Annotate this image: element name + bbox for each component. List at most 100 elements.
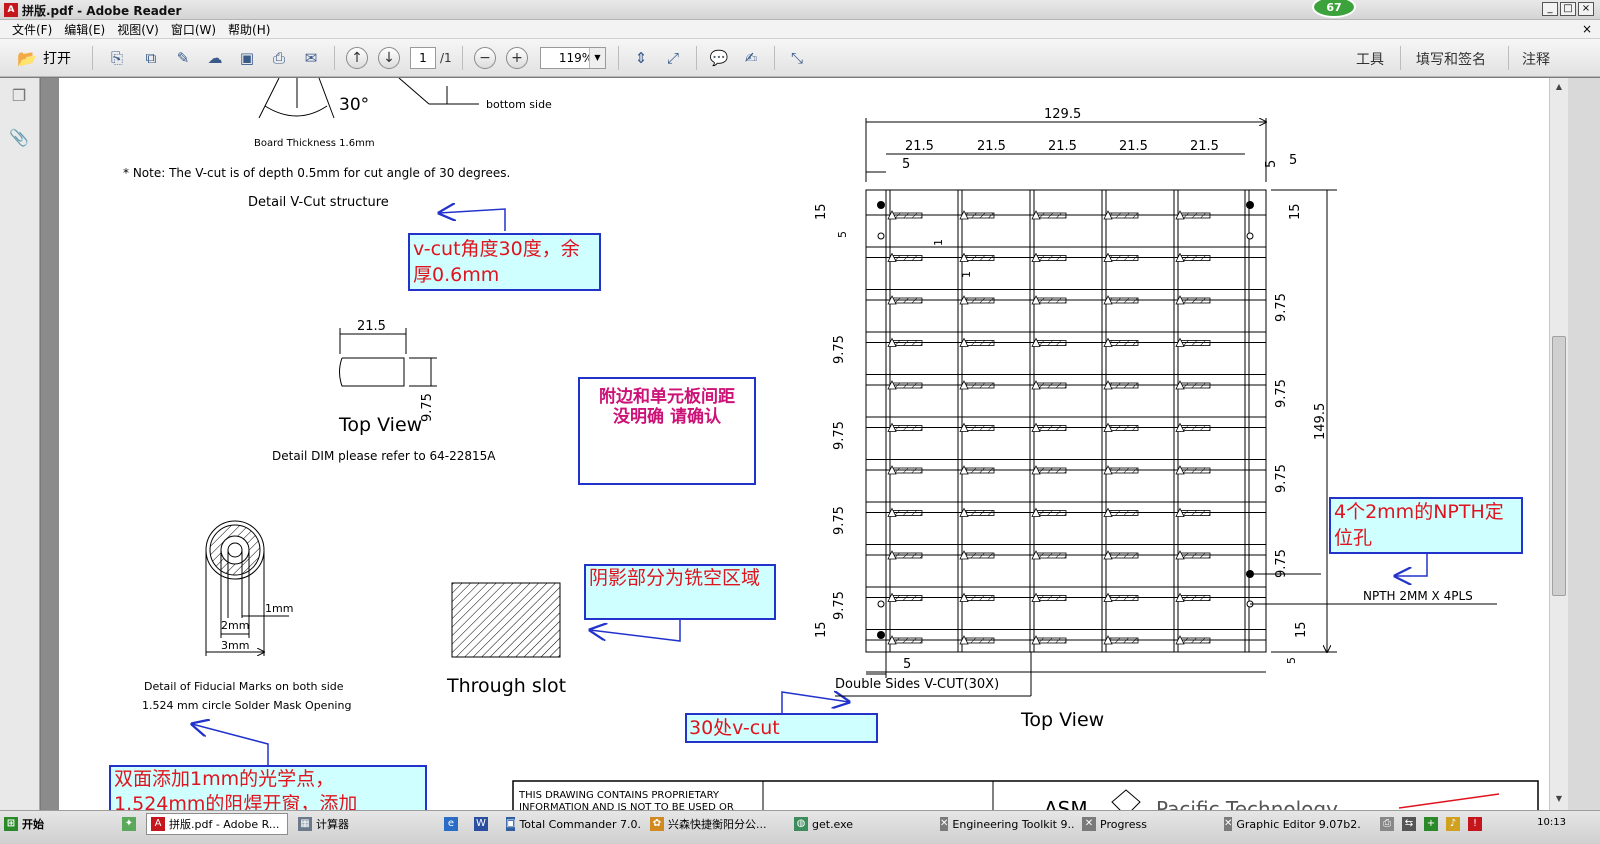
vcut-horizontal-lines [866, 214, 1266, 673]
document-close-button[interactable]: × [1582, 22, 1592, 36]
page-number-input[interactable]: 1 [410, 47, 436, 69]
unit-board-slot [1179, 467, 1211, 474]
company-name-2: Pacific Technology [1156, 797, 1338, 810]
tray-icon[interactable]: ⇆ [1398, 813, 1420, 835]
vcut-detail-title: Detail V-Cut structure [248, 195, 389, 210]
double-sides-label: Double Sides V-CUT(30X) [835, 677, 999, 692]
zoom-select[interactable]: 119% ▼ [540, 47, 606, 69]
edge-top-15-label-right: 15 [1288, 203, 1303, 220]
tools-pane-button[interactable]: 工具 [1356, 49, 1384, 69]
toolbar-divider [334, 46, 335, 70]
menu-edit[interactable]: 编辑(E) [58, 21, 111, 38]
volume-tray-icon: ♪ [1446, 817, 1460, 831]
menu-bar: 文件(F) 编辑(E) 视图(V) 窗口(W) 帮助(H) × [0, 20, 1600, 39]
menu-view[interactable]: 视图(V) [111, 21, 165, 38]
toolkit-icon: ✕ [940, 817, 949, 831]
start-button[interactable]: ⊞ 开始 [0, 813, 48, 835]
full-screen-icon[interactable]: ⤡ [784, 45, 810, 71]
tray-icon[interactable]: ! [1464, 813, 1486, 835]
fill-sign-pane-button[interactable]: 填写和签名 [1416, 49, 1486, 69]
create-pdf-icon[interactable]: ⎘ [104, 45, 130, 71]
menu-window[interactable]: 窗口(W) [165, 21, 222, 38]
fiducial-mark [877, 232, 885, 240]
comment-pane-button[interactable]: 注释 [1522, 49, 1550, 69]
task-total-commander[interactable]: ▣ Total Commander 7.0... [502, 813, 640, 835]
comment-icon[interactable]: 💬 [706, 45, 732, 71]
email-icon[interactable]: ✉ [298, 45, 324, 71]
task-progress[interactable]: ✕ Progress [1078, 813, 1216, 835]
scroll-down-icon[interactable]: ▼ [1552, 792, 1566, 806]
scrollbar-thumb[interactable] [1552, 336, 1566, 596]
fit-width-icon[interactable]: ⤢ [660, 45, 686, 71]
toolbar-divider [774, 46, 775, 70]
task-get-exe[interactable]: ◍ get.exe [790, 813, 930, 835]
cell-width-label-3: 21.5 [1048, 139, 1077, 154]
task-graphic-editor[interactable]: ✕ Graphic Editor 9.07b2... [1220, 813, 1360, 835]
unit-board-slot [891, 552, 923, 559]
combine-files-icon[interactable]: ⧉ [138, 45, 164, 71]
previous-page-icon[interactable]: ↑ [346, 47, 368, 69]
unit-board-slot [963, 255, 995, 261]
task-label: Total Commander 7.0... [519, 817, 640, 831]
menu-file[interactable]: 文件(F) [6, 21, 58, 38]
task-chat[interactable]: ✿ 兴森快捷衡阳分公... [646, 813, 786, 835]
maximize-button[interactable]: □ [1560, 2, 1576, 16]
next-page-icon[interactable]: ↓ [378, 47, 400, 69]
edit-pdf-icon[interactable]: ✎ [170, 45, 196, 71]
unit-board-slot [963, 212, 995, 219]
minimize-button[interactable]: _ [1542, 2, 1558, 16]
edge-bottom-5-label-right: 5 [1285, 657, 1298, 664]
window-controls: _ □ × [1542, 2, 1594, 16]
word-icon: W [474, 817, 488, 831]
scroll-up-icon[interactable]: ▲ [1552, 80, 1566, 94]
menu-help[interactable]: 帮助(H) [222, 21, 276, 38]
pdf-page: 30° bottom side Board Thickness 1.6mm * … [59, 78, 1549, 810]
zoom-out-icon[interactable]: − [474, 47, 496, 69]
zoom-in-icon[interactable]: + [506, 47, 528, 69]
tray-icon[interactable]: ♪ [1442, 813, 1464, 835]
toolbar-divider [696, 46, 697, 70]
chevron-down-icon[interactable]: ▼ [589, 48, 605, 68]
tray-icon[interactable]: ⎙ [1376, 813, 1398, 835]
adobe-reader-icon: A [4, 3, 18, 17]
save-icon[interactable]: ▣ [234, 45, 260, 71]
fiducial-3mm-label: 3mm [221, 639, 249, 652]
unit-board-slot [1107, 382, 1139, 389]
fiducial-note-line2: 1.524 mm circle Solder Mask Opening [142, 699, 351, 712]
npth-hole [877, 201, 885, 209]
fit-page-icon[interactable]: ⇕ [628, 45, 654, 71]
tray-icon[interactable]: + [1420, 813, 1442, 835]
cell-width-label-1: 21.5 [905, 139, 934, 154]
panel-top-view: Top View [1020, 709, 1104, 731]
vertical-scrollbar[interactable]: ▲ ▼ [1549, 78, 1568, 810]
task-calculator[interactable]: ▦ 计算器 [294, 813, 440, 835]
adobe-reader-icon: A [151, 817, 165, 831]
title-block-text-2: INFORMATION AND IS NOT TO BE USED OR [519, 802, 734, 810]
unit-board-slot [1107, 552, 1139, 559]
task-adobe-reader[interactable]: A 拼版.pdf - Adobe R... [146, 813, 288, 835]
quick-launch-word[interactable]: W [470, 813, 492, 835]
unit-board-slot [963, 637, 995, 644]
task-engineering-toolkit[interactable]: ✕ Engineering Toolkit 9.... [936, 813, 1074, 835]
page-thumbnails-icon[interactable]: ❐ [8, 86, 30, 108]
vcut-detail: 30° bottom side Board Thickness 1.6mm * … [123, 78, 552, 210]
highlight-icon[interactable]: ✍ [738, 45, 764, 71]
task-label: get.exe [812, 817, 854, 831]
quick-launch-ie[interactable]: e [440, 813, 462, 835]
unit-board-slot [1179, 212, 1211, 219]
unit-board-slot [891, 595, 923, 601]
fiducial-2mm-label: 2mm [221, 619, 249, 632]
upload-cloud-icon[interactable]: ☁ [202, 45, 228, 71]
close-button[interactable]: × [1578, 2, 1594, 16]
task-label: 拼版.pdf - Adobe R... [169, 818, 280, 831]
quick-launch-icon[interactable]: ✦ [118, 813, 140, 835]
taskbar: ⊞ 开始 ✦ A 拼版.pdf - Adobe R... ▦ 计算器 e W ▣… [0, 810, 1600, 844]
printer-tray-icon: ⎙ [1380, 817, 1394, 831]
right-margin [1568, 78, 1600, 810]
unit-board-slot [1107, 212, 1139, 219]
pitch-label-right-3: 9.75 [1274, 464, 1289, 493]
print-icon[interactable]: ⎙ [266, 45, 292, 71]
open-button[interactable]: 📂 打开 [6, 45, 82, 71]
attachments-icon[interactable]: 📎 [8, 128, 30, 150]
fiducial-1mm-label: 1mm [265, 602, 293, 615]
